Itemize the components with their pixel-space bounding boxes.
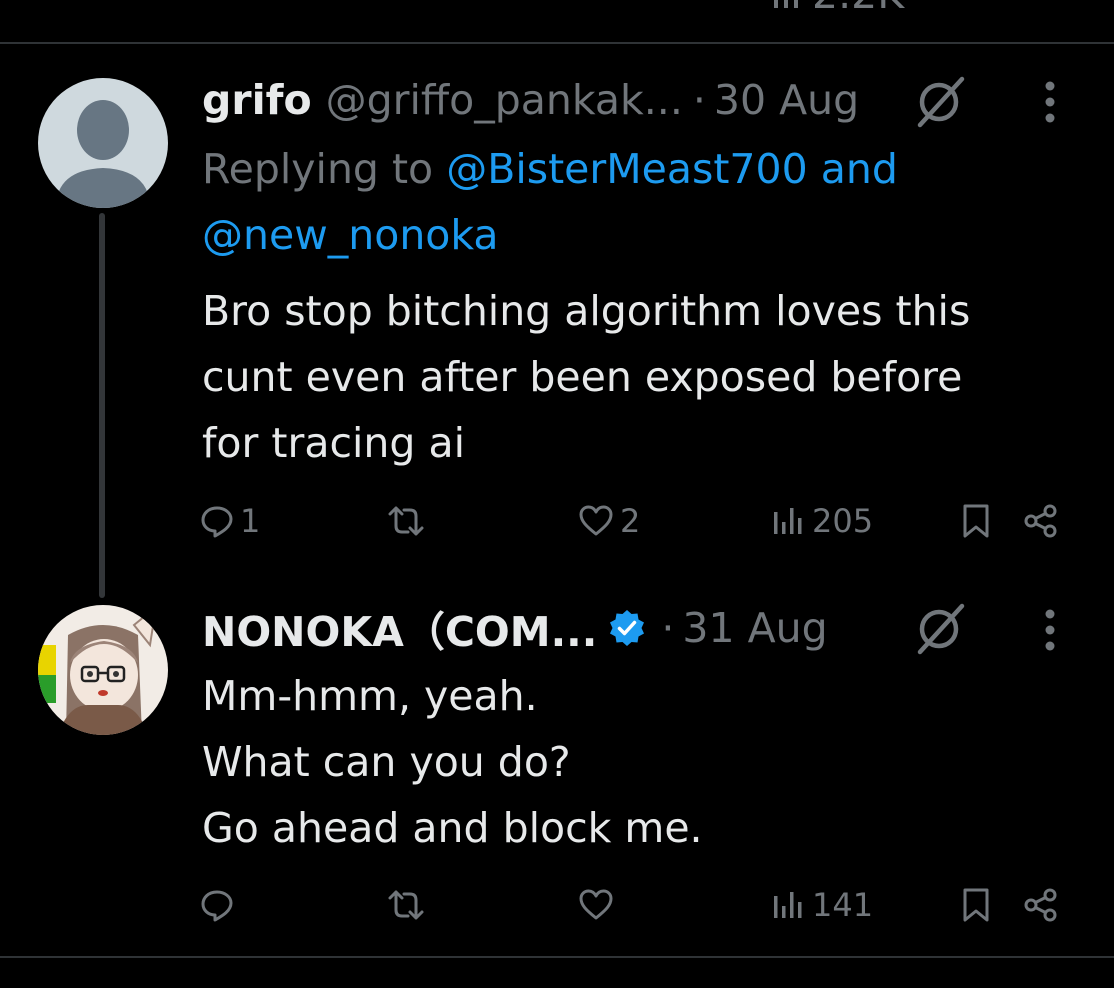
reply-icon [201, 506, 233, 538]
separator-dot: · [692, 76, 706, 124]
tweet-header: NONOKA（COM... · 31 Aug [202, 598, 828, 658]
like-button[interactable]: 2 [578, 496, 640, 546]
views-count: 205 [812, 502, 874, 540]
more-options-icon[interactable] [1035, 600, 1065, 660]
anime-character-avatar [38, 605, 158, 735]
reply-button[interactable]: 1 [200, 496, 260, 546]
bookmark-icon [963, 504, 989, 538]
verified-badge-icon [610, 610, 645, 646]
tweet-text-line: Bro stop bitching algorithm loves this [202, 287, 971, 335]
share-icon [1024, 504, 1057, 538]
more-options-icon[interactable] [1035, 72, 1065, 132]
like-count: 2 [620, 502, 641, 540]
tweet-actions: 141 [0, 880, 1114, 930]
views-icon-partial [774, 0, 798, 8]
reply-count: 1 [240, 502, 261, 540]
retweet-button[interactable] [386, 496, 432, 546]
share-icon [1024, 888, 1057, 922]
tweet-text: Bro stop bitching algorithm loves this c… [202, 278, 1062, 476]
default-avatar-icon [56, 100, 150, 208]
views-button[interactable]: 205 [772, 496, 873, 546]
views-icon [774, 508, 802, 534]
user-handle[interactable]: @griffo_pankak... [326, 76, 683, 124]
tweet-date[interactable]: 30 Aug [714, 76, 859, 124]
top-divider [0, 42, 1114, 44]
share-button[interactable] [1024, 496, 1058, 546]
reply-button[interactable] [200, 880, 240, 930]
display-name[interactable]: NONOKA（COM... [202, 598, 597, 658]
tweet-text-line: Mm-hmm, yeah. [202, 672, 538, 720]
bookmark-button[interactable] [962, 880, 990, 930]
views-count-partial: 2.2K [812, 0, 904, 18]
tweet-text-line: Go ahead and block me. [202, 804, 703, 852]
tweet-text-line: cunt even after been exposed before [202, 353, 963, 401]
grok-icon[interactable] [912, 600, 968, 656]
share-button[interactable] [1024, 880, 1058, 930]
retweet-button[interactable] [386, 880, 432, 930]
display-name[interactable]: grifo [202, 76, 312, 124]
heart-icon [579, 505, 613, 536]
replying-label: Replying to [202, 145, 434, 193]
tweet-text-line: What can you do? [202, 738, 571, 786]
bottom-divider [0, 956, 1114, 958]
retweet-icon [388, 506, 424, 536]
views-count: 141 [812, 886, 874, 924]
grok-icon[interactable] [912, 73, 968, 129]
views-button[interactable]: 141 [772, 880, 873, 930]
mention-link[interactable]: @BisterMeast700 [446, 145, 807, 193]
retweet-icon [388, 890, 424, 920]
tweet-actions: 1 2 205 [0, 496, 1114, 546]
tweet-text: Mm-hmm, yeah. What can you do? Go ahead … [202, 663, 1062, 861]
views-icon [774, 892, 802, 918]
replying-and[interactable]: and [821, 145, 898, 193]
previous-tweet-actions-partial: 2.2K [0, 0, 1114, 18]
mention-link[interactable]: @new_nonoka [202, 211, 499, 259]
tweet-header: grifo @griffo_pankak... · 30 Aug [202, 70, 859, 130]
heart-icon [579, 889, 613, 920]
tweet-date[interactable]: 31 Aug [682, 604, 827, 652]
like-button[interactable] [578, 880, 620, 930]
bookmark-icon [963, 888, 989, 922]
separator-dot: · [661, 604, 675, 652]
bookmark-button[interactable] [962, 496, 990, 546]
replying-to: Replying to @BisterMeast700 and @new_non… [202, 136, 898, 268]
tweet-text-line: for tracing ai [202, 419, 465, 467]
avatar-grifo[interactable] [38, 78, 168, 208]
reply-icon [201, 890, 233, 922]
avatar-nonoka[interactable] [38, 605, 168, 735]
